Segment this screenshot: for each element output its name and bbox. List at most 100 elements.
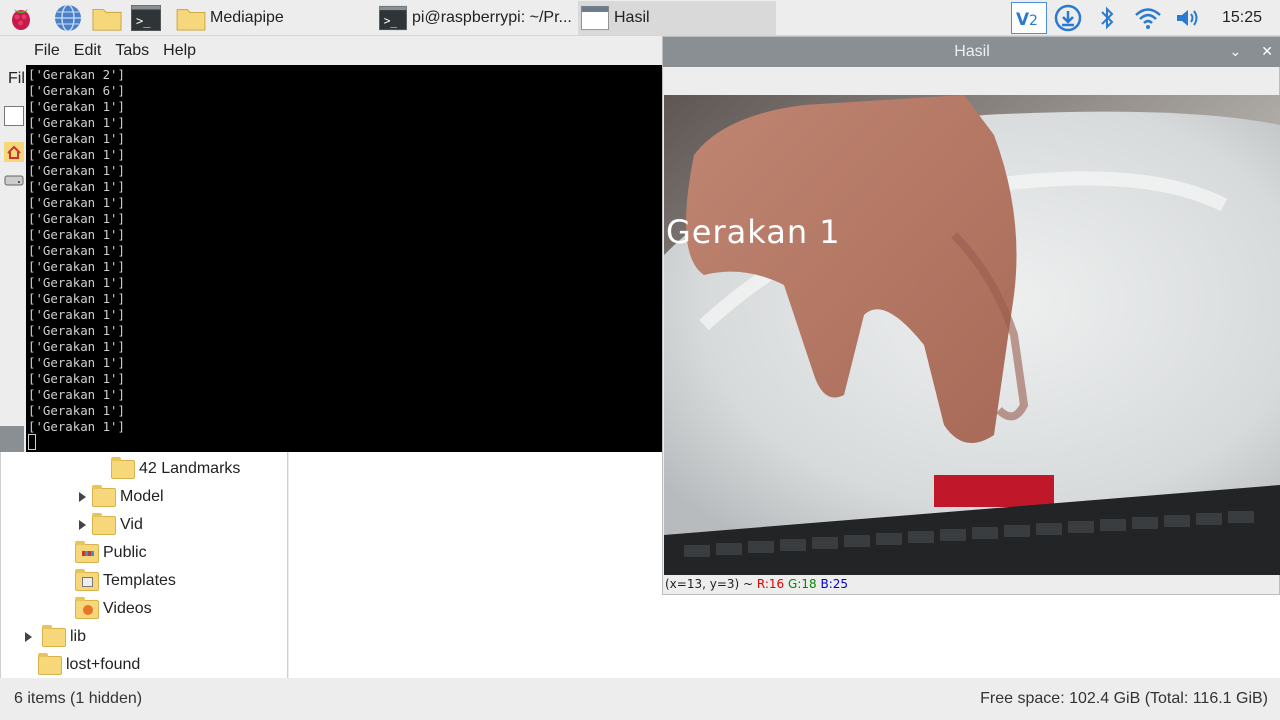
terminal-line: ['Gerakan 1'] [28,355,125,370]
terminal-line: ['Gerakan 1'] [28,179,125,194]
terminal-line: ['Gerakan 2'] [28,67,125,82]
wifi-icon[interactable] [1132,2,1164,34]
task-mediapipe[interactable]: Mediapipe [176,1,372,35]
svg-text:>_: >_ [384,15,398,28]
directory-tree[interactable]: 42 Landmarks Model Vid Public Templates … [0,452,288,714]
terminal-line: ['Gerakan 1'] [28,163,125,178]
tree-item-lib[interactable]: lib [25,623,86,651]
menu-file[interactable]: File [34,42,60,60]
status-bar: 6 items (1 hidden) Free space: 102.4 GiB… [0,678,1280,720]
minimize-chevron-icon[interactable]: ⌄ [1230,43,1242,60]
terminal-line: ['Gerakan 1'] [28,99,125,114]
terminal-menu-bar: File Edit Tabs Help [26,36,662,65]
updater-icon[interactable] [1052,2,1084,34]
menu-help[interactable]: Help [163,42,196,60]
globe-icon[interactable] [53,3,83,33]
terminal-line: ['Gerakan 1'] [28,339,125,354]
expand-arrow-icon[interactable] [79,520,86,530]
bluetooth-icon[interactable] [1094,2,1120,34]
terminal-line: ['Gerakan 1'] [28,419,125,434]
expand-arrow-icon[interactable] [79,492,86,502]
terminal-line: ['Gerakan 1'] [28,307,125,322]
volume-icon[interactable] [1172,2,1204,34]
task-label: pi@raspberrypi: ~/Pr... [412,9,572,26]
folder-icon [92,484,116,507]
task-hasil[interactable]: Hasil [578,1,776,35]
terminal-line: ['Gerakan 1'] [28,387,125,402]
terminal-line: ['Gerakan 1'] [28,115,125,130]
hasil-titlebar[interactable]: Hasil ⌄ ✕ [663,37,1280,67]
terminal-line: ['Gerakan 1'] [28,147,125,162]
clock[interactable]: 15:25 [1222,9,1262,27]
home-icon[interactable] [4,142,24,162]
scroll-marker [0,426,24,452]
tree-item-label: Videos [103,600,152,617]
terminal-line: ['Gerakan 1'] [28,243,125,258]
tree-item-videos[interactable]: Videos [75,595,152,623]
hasil-window[interactable]: Hasil ⌄ ✕ Gerakan 1 (x=13, y=3) ~ R:16 G… [662,36,1280,595]
terminal-line: ['Gerakan 1'] [28,211,125,226]
tree-item-label: lib [70,628,87,645]
folder-icon [42,624,66,647]
terminal-line: ['Gerakan 1'] [28,195,125,210]
pixel-coords: (x=13, y=3) ~ [665,577,754,591]
expand-arrow-icon[interactable] [25,632,32,642]
terminal-line: ['Gerakan 1'] [28,403,125,418]
free-space: Free space: 102.4 GiB (Total: 116.1 GiB) [980,690,1268,707]
task-label: Hasil [614,9,650,26]
templates-folder-icon [75,568,99,591]
raspberry-menu-icon[interactable] [6,3,36,33]
terminal-cursor [28,434,36,450]
tree-item-public[interactable]: Public [75,539,147,567]
terminal-line: ['Gerakan 6'] [28,83,125,98]
tree-item-label: Model [120,488,164,505]
menu-edit[interactable]: Edit [74,42,102,60]
terminal-line: ['Gerakan 1'] [28,227,125,242]
terminal-launcher-icon[interactable]: >_ [131,3,161,33]
tree-item-templates[interactable]: Templates [75,567,176,595]
videos-folder-icon [75,596,99,619]
tree-item-label: Public [103,544,147,561]
pixel-blue: B:25 [820,577,849,591]
tree-item-lost-found[interactable]: lost+found [38,651,140,679]
tree-item-42-landmarks[interactable]: 42 Landmarks [111,455,240,483]
vnc-icon[interactable]: V2 [1011,2,1047,34]
terminal-icon: >_ [379,5,407,31]
folder-icon [38,652,62,675]
terminal-line: ['Gerakan 1'] [28,371,125,386]
public-folder-icon [75,540,99,563]
file-manager-icon[interactable] [92,3,122,33]
close-icon[interactable]: ✕ [1261,43,1273,60]
folder-icon [92,512,116,535]
terminal-line: ['Gerakan 1'] [28,291,125,306]
taskbar: >_ Mediapipe >_ pi@raspberrypi: ~/Pr... … [0,0,1280,36]
tree-item-label: 42 Landmarks [139,460,241,477]
tree-item-model[interactable]: Model [79,483,164,511]
tree-item-label: Vid [120,516,143,533]
tree-item-label: lost+found [66,656,141,673]
camera-frame-image [664,95,1280,575]
drive-icon[interactable] [4,170,24,190]
pixel-info: (x=13, y=3) ~ R:16 G:18 B:25 [665,577,848,591]
terminal-output[interactable]: ['Gerakan 2'] ['Gerakan 6'] ['Gerakan 1'][… [28,67,125,435]
terminal-line: ['Gerakan 1'] [28,275,125,290]
folder-icon [111,456,135,479]
camera-feed[interactable]: Gerakan 1 [664,95,1280,575]
terminal-line: ['Gerakan 1'] [28,259,125,274]
tree-item-vid[interactable]: Vid [79,511,143,539]
terminal-line: ['Gerakan 1'] [28,131,125,146]
terminal-line: ['Gerakan 1'] [28,323,125,338]
window-icon [581,5,609,31]
folder-icon [176,9,206,31]
svg-text:V: V [1016,10,1030,30]
file-manager-menu-file[interactable]: Fil [8,70,25,88]
tree-item-label: Templates [103,572,176,589]
gesture-label: Gerakan 1 [666,213,841,251]
sidebar-toggle-icon[interactable] [4,106,24,126]
pixel-red: R:16 [756,577,785,591]
svg-text:2: 2 [1029,13,1038,29]
terminal-window[interactable]: File Edit Tabs Help ['Gerakan 2'] ['Gerak… [26,36,662,452]
menu-tabs[interactable]: Tabs [115,42,149,60]
item-count: 6 items (1 hidden) [14,690,143,707]
task-terminal[interactable]: >_ pi@raspberrypi: ~/Pr... [378,1,574,35]
